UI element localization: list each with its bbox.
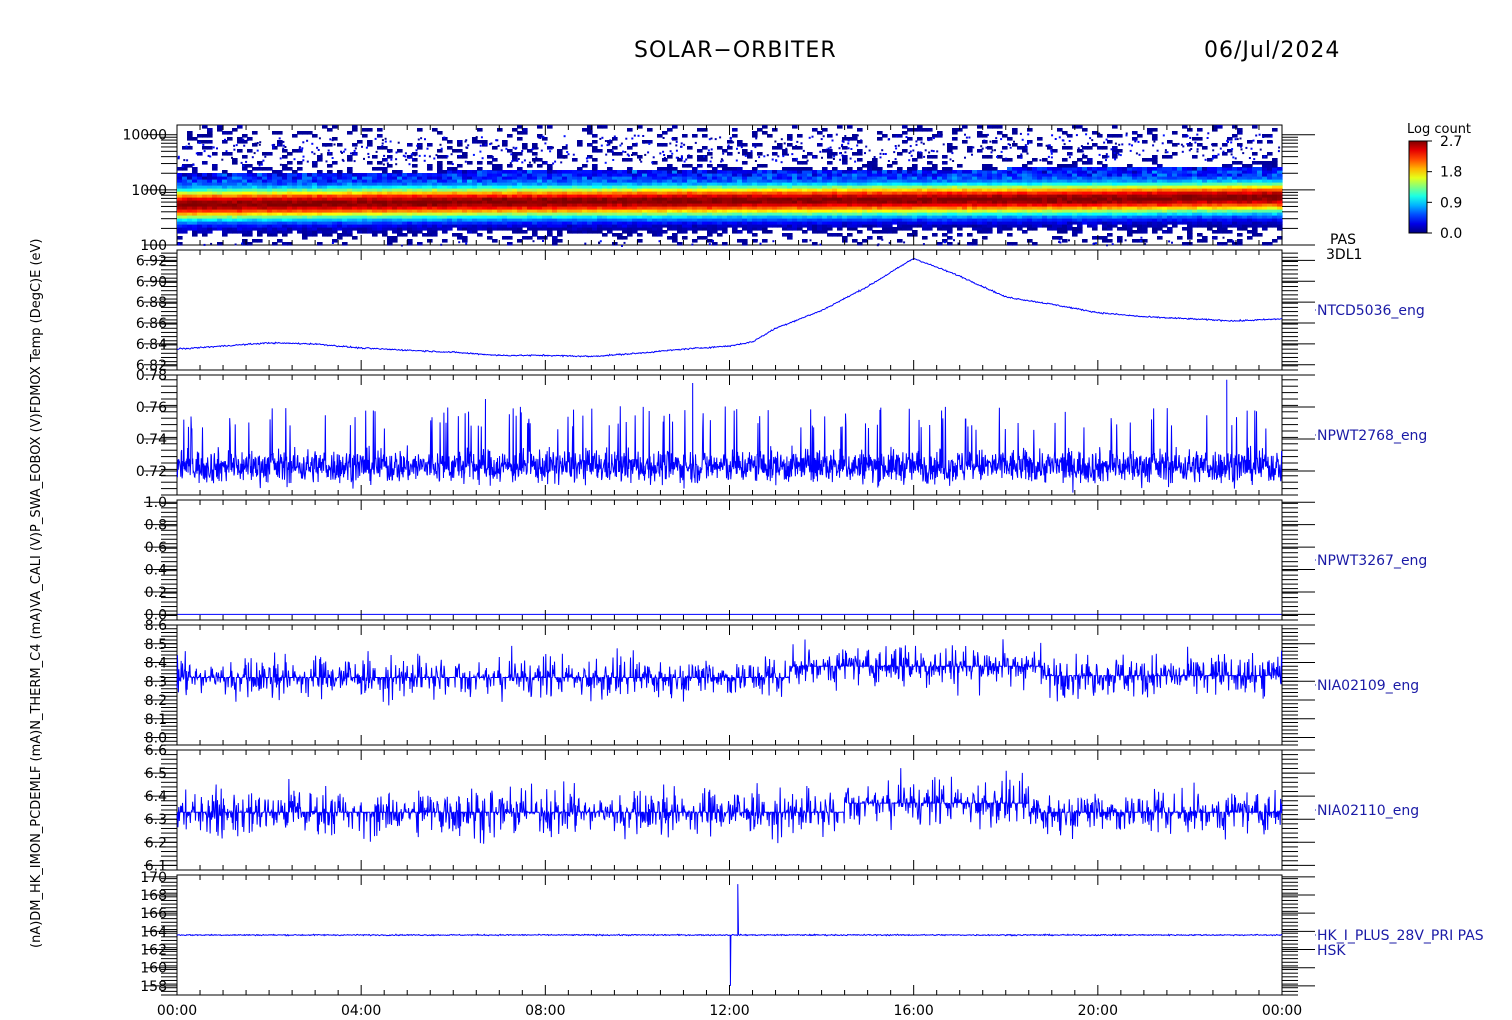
y-tick-label: 0.72 <box>136 464 167 480</box>
series-line-npwt2768 <box>176 379 1283 493</box>
y-tick-label: 8.6 <box>145 618 167 634</box>
x-tick-label: 00:00 <box>1262 1003 1302 1019</box>
y-tick-label: 160 <box>140 961 167 977</box>
panel-frame-ntcd5036 <box>176 249 1283 371</box>
stacked-timeseries-plot: (nA)DM_HK_IMON_PCDEMLF (mA)N_THERM_C4 (m… <box>29 122 1484 1019</box>
y-tick-label: 8.3 <box>145 674 167 690</box>
y-tick-label: 1000 <box>131 183 167 199</box>
series-line-hk-i-plus-28v <box>176 884 1283 986</box>
panel-label-hk-i-plus-28v: HK_I_PLUS_28V_PRI PAS <box>1317 928 1484 944</box>
y-tick-label: 100 <box>140 238 167 254</box>
x-tick-label: 00:00 <box>157 1003 197 1019</box>
series-line-nia02109 <box>176 639 1283 706</box>
panel-label-line2-hk-i-plus-28v: HSK <box>1317 943 1346 959</box>
panel-label-npwt2768: NPWT2768_eng <box>1317 428 1427 444</box>
colorbar-tick-label: 2.7 <box>1440 134 1462 150</box>
y-tick-label: 168 <box>140 888 167 904</box>
y-tick-label: 164 <box>140 924 167 940</box>
colorbar <box>1408 140 1428 234</box>
panel-label-ntcd5036: NTCD5036_eng <box>1317 303 1425 319</box>
y-tick-label: 0.74 <box>136 432 167 448</box>
y-tick-label: 8.4 <box>145 656 167 672</box>
x-tick-label: 16:00 <box>893 1003 933 1019</box>
panel-label-nia02110: NIA02110_eng <box>1317 803 1419 819</box>
y-tick-label: 170 <box>140 870 167 886</box>
x-tick-label: 08:00 <box>525 1003 565 1019</box>
panel-label-nia02109: NIA02109_eng <box>1317 678 1419 694</box>
series-line-ntcd5036 <box>176 257 1283 358</box>
y-tick-label: 158 <box>140 979 167 995</box>
x-tick-label: 12:00 <box>709 1003 749 1019</box>
panel-label-line2-pas-spectrogram: 3DL1 <box>1326 247 1362 263</box>
y-tick-label: 10000 <box>122 128 167 144</box>
y-tick-label: 166 <box>140 906 167 922</box>
spectrogram-pas-spectrogram <box>177 125 1283 247</box>
y-tick-label: 8.2 <box>145 693 167 709</box>
x-tick-label: 20:00 <box>1078 1003 1118 1019</box>
y-tick-label: 8.5 <box>145 637 167 653</box>
colorbar-tick-label: 0.0 <box>1440 226 1462 242</box>
y-tick-label: 0.78 <box>136 368 167 384</box>
panel-frame-npwt3267 <box>176 499 1283 621</box>
y-tick-label: 6.6 <box>145 743 167 759</box>
panel-label-npwt3267: NPWT3267_eng <box>1317 553 1427 569</box>
y-tick-label: 0.76 <box>136 400 167 416</box>
y-axis-stack-label: (nA)DM_HK_IMON_PCDEMLF (mA)N_THERM_C4 (m… <box>29 239 44 949</box>
x-tick-label: 04:00 <box>341 1003 381 1019</box>
colorbar-tick-label: 0.9 <box>1440 195 1462 211</box>
panel-label-pas-spectrogram: PAS <box>1330 232 1356 248</box>
y-tick-label: 162 <box>140 943 167 959</box>
series-line-nia02110 <box>176 768 1283 844</box>
colorbar-tick-label: 1.8 <box>1440 165 1462 181</box>
y-tick-label: 8.1 <box>145 712 167 728</box>
